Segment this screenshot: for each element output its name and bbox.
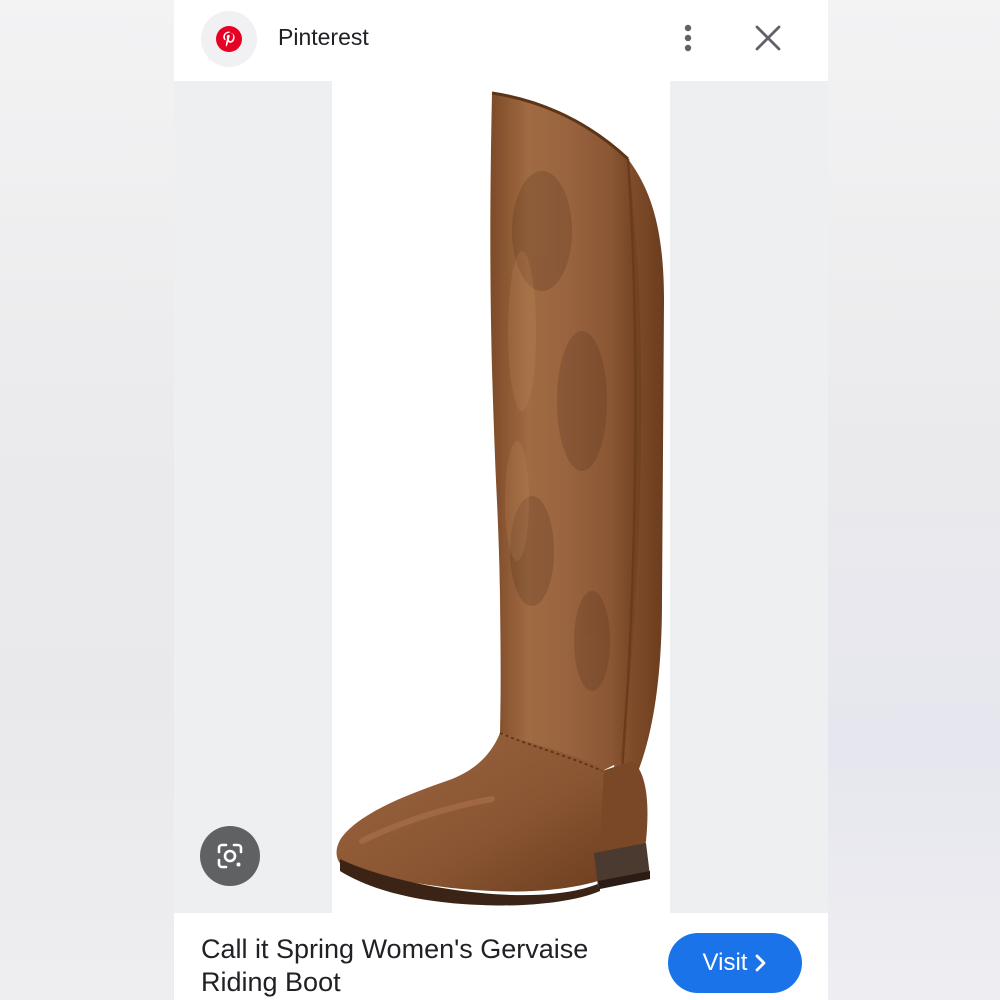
result-title[interactable]: Call it Spring Women's Gervaise Riding B… [201, 933, 641, 999]
preview-header: Pinterest [174, 0, 828, 80]
background-blur-right [828, 0, 1000, 1000]
close-button[interactable] [750, 18, 786, 58]
image-area [174, 81, 828, 913]
brown-riding-boot-photo [336, 91, 664, 906]
chevron-right-icon [756, 954, 766, 972]
site-name[interactable]: Pinterest [278, 24, 369, 51]
visit-button-label: Visit [702, 949, 748, 976]
preview-footer: Call it Spring Women's Gervaise Riding B… [174, 913, 828, 1000]
result-title-line-1: Call it Spring Women's Gervaise [201, 934, 589, 964]
background-blur-left [0, 0, 174, 1000]
pinterest-logo-icon [216, 26, 242, 52]
google-lens-icon [217, 843, 243, 869]
result-title-line-2: Riding Boot [201, 967, 341, 997]
close-icon [755, 25, 781, 51]
visit-button[interactable]: Visit [668, 933, 802, 993]
more-vert-icon [684, 24, 692, 52]
google-lens-button[interactable] [200, 826, 260, 886]
boot-image[interactable] [332, 81, 670, 913]
more-options-button[interactable] [670, 18, 706, 58]
site-favicon [201, 11, 257, 67]
image-preview-card: Pinterest Call it Spring Women's Gervais… [174, 0, 828, 1000]
